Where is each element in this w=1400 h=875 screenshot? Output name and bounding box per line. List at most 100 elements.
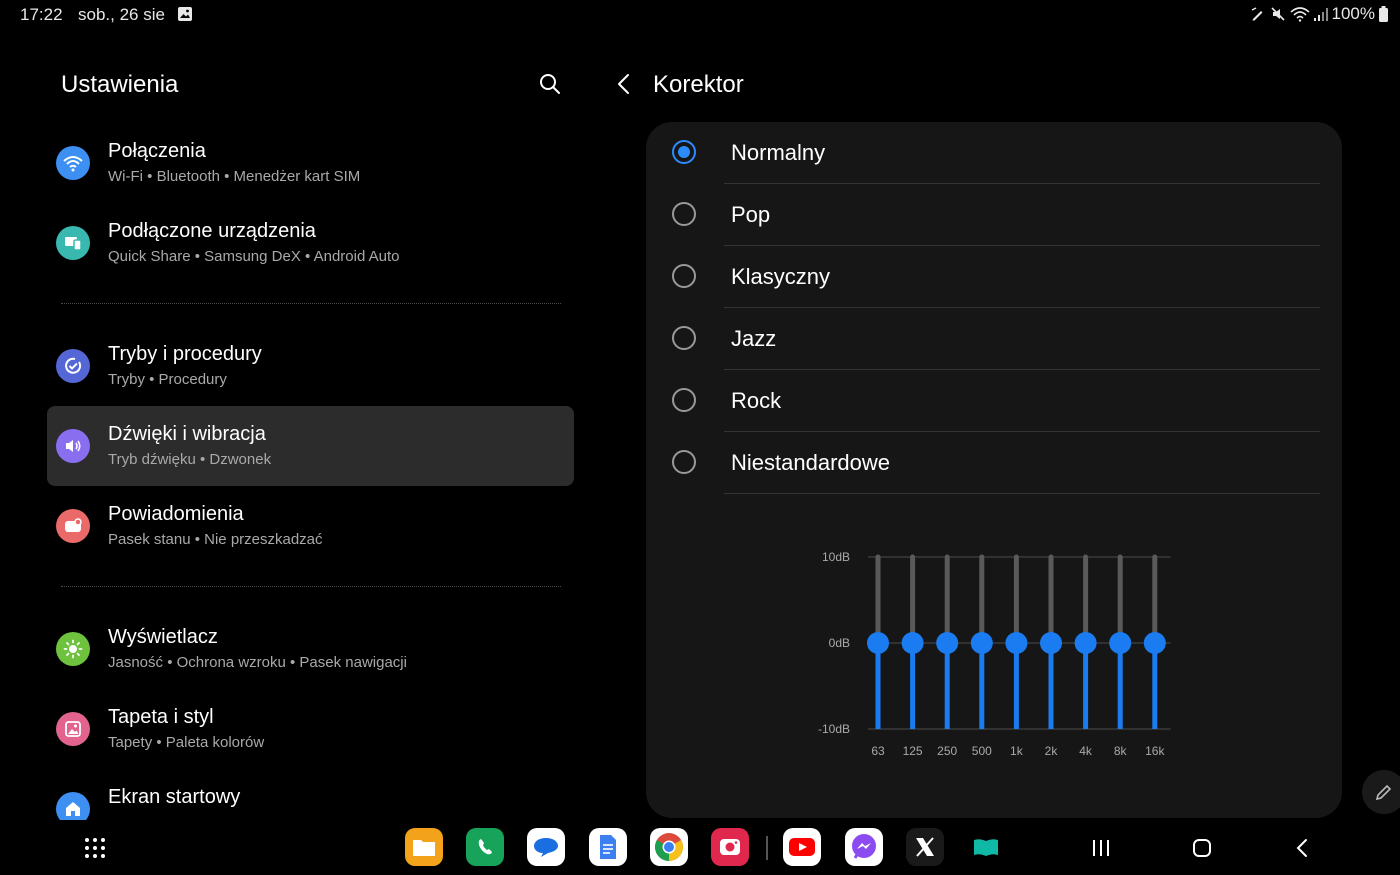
menu-item-title: Powiadomienia — [108, 503, 244, 525]
eq-band-label: 250 — [937, 744, 957, 758]
radio-button[interactable] — [672, 202, 696, 226]
battery-percent: 100% — [1331, 4, 1375, 23]
docs-app-icon[interactable] — [589, 828, 627, 866]
eq-band-slider[interactable]: 16k — [1143, 554, 1166, 758]
messenger-app-icon[interactable] — [845, 828, 883, 866]
preset-custom[interactable]: Niestandardowe — [646, 432, 1342, 494]
left-list-clip: Ekran startowy — [0, 780, 600, 820]
menu-item-title: Wyświetlacz — [108, 626, 218, 648]
mute-icon — [1270, 7, 1285, 21]
phone-app-icon[interactable] — [466, 828, 504, 866]
settings-title: Ustawienia — [61, 71, 179, 98]
menu-item-connections[interactable]: Połączenia Wi-Fi • Bluetooth • Menedżer … — [47, 123, 574, 203]
recents-button[interactable] — [1088, 835, 1114, 861]
wifi-icon — [56, 146, 90, 180]
taskbar — [0, 820, 1400, 875]
app-drawer-icon[interactable] — [84, 837, 106, 859]
messages-app-icon[interactable] — [527, 828, 565, 866]
radio-button[interactable] — [672, 450, 696, 474]
status-right: 100% — [1250, 4, 1388, 24]
menu-item-subtitle: Jasność • Ochrona wzroku • Pasek nawigac… — [108, 654, 407, 671]
status-date: sob., 26 sie — [78, 5, 165, 24]
brightness-icon — [56, 632, 90, 666]
chrome-app-icon[interactable] — [650, 828, 688, 866]
equalizer-chart[interactable]: 10dB 0dB -10dB 63 125 250 500 1k 2k 4k 8k 16k — [796, 537, 1196, 767]
book-app-icon[interactable] — [967, 828, 1005, 866]
preset-label: Jazz — [731, 326, 777, 351]
eq-knob[interactable] — [1109, 632, 1132, 654]
preset-normal[interactable]: Normalny — [646, 122, 1342, 184]
menu-item-title: Dźwięki i wibracja — [108, 423, 266, 445]
x-app-icon[interactable] — [906, 828, 944, 866]
menu-item-home-screen[interactable]: Ekran startowy — [47, 780, 574, 820]
battery-icon — [1379, 6, 1388, 22]
menu-item-sounds-vibration[interactable]: Dźwięki i wibracja Tryb dźwięku • Dzwone… — [47, 406, 574, 486]
menu-item-notifications[interactable]: Powiadomienia Pasek stanu • Nie przeszka… — [47, 486, 574, 566]
eq-knob[interactable] — [867, 632, 889, 654]
back-button[interactable] — [1290, 835, 1316, 861]
menu-item-title: Podłączone urządzenia — [108, 220, 316, 242]
radio-button[interactable] — [672, 140, 696, 164]
eq-knob[interactable] — [1143, 632, 1166, 654]
eq-band-slider[interactable]: 8k — [1109, 554, 1132, 758]
menu-item-title: Tryby i procedury — [108, 343, 262, 365]
eq-band-slider[interactable]: 250 — [936, 554, 959, 758]
equalizer-card: Normalny Pop Klasyczny Jazz Rock Niestan… — [646, 122, 1342, 818]
preset-label: Pop — [731, 202, 771, 227]
menu-item-connected-devices[interactable]: Podłączone urządzenia Quick Share • Sams… — [47, 203, 574, 283]
preset-rock[interactable]: Rock — [646, 370, 1342, 432]
menu-item-title: Tapeta i styl — [108, 706, 214, 728]
eq-knob[interactable] — [1005, 632, 1028, 654]
files-app-icon[interactable] — [405, 828, 443, 866]
gallery-notification-icon — [178, 7, 192, 21]
eq-band-slider[interactable]: 4k — [1074, 554, 1097, 758]
youtube-app-icon[interactable] — [783, 828, 821, 866]
preset-label: Normalny — [731, 140, 826, 165]
preset-label: Klasyczny — [731, 264, 831, 289]
pencil-icon — [1375, 784, 1392, 801]
eq-knob[interactable] — [970, 632, 993, 654]
radio-button[interactable] — [672, 264, 696, 288]
eq-band-slider[interactable]: 1k — [1005, 554, 1028, 758]
eq-tick-label: 0dB — [829, 636, 850, 650]
menu-item-subtitle: Tryb dźwięku • Dzwonek — [108, 451, 272, 468]
eq-band-label: 8k — [1114, 744, 1128, 758]
eq-band-slider[interactable]: 63 — [867, 554, 889, 758]
eq-tick-label: 10dB — [822, 550, 850, 564]
edit-button[interactable] — [1362, 770, 1400, 814]
eq-knob[interactable] — [1040, 632, 1062, 654]
status-time: 17:22 — [20, 5, 63, 24]
search-icon[interactable] — [538, 72, 562, 96]
radio-button[interactable] — [672, 388, 696, 412]
section-divider — [61, 303, 561, 304]
eq-knob[interactable] — [936, 632, 959, 654]
menu-item-modes-routines[interactable]: Tryby i procedury Tryby • Procedury — [47, 326, 574, 406]
preset-label: Niestandardowe — [731, 450, 890, 475]
screen-recorder-app-icon[interactable] — [711, 828, 749, 866]
back-arrow-icon[interactable] — [612, 72, 636, 96]
radio-button[interactable] — [672, 326, 696, 350]
eq-knob[interactable] — [901, 632, 924, 654]
menu-item-subtitle: Pasek stanu • Nie przeszkadzać — [108, 531, 323, 548]
eq-band-label: 2k — [1045, 744, 1059, 758]
eq-band-label: 4k — [1079, 744, 1093, 758]
menu-item-title: Połączenia — [108, 140, 206, 162]
devices-icon — [56, 226, 90, 260]
menu-item-wallpaper-style[interactable]: Tapeta i styl Tapety • Paleta kolorów — [47, 689, 574, 769]
wallpaper-icon — [56, 712, 90, 746]
preset-jazz[interactable]: Jazz — [646, 308, 1342, 370]
menu-item-subtitle: Tryby • Procedury — [108, 371, 227, 388]
signal-icon — [1313, 8, 1328, 21]
preset-pop[interactable]: Pop — [646, 184, 1342, 246]
home-button[interactable] — [1189, 835, 1215, 861]
preset-classical[interactable]: Klasyczny — [646, 246, 1342, 308]
eq-band-label: 1k — [1010, 744, 1024, 758]
menu-item-subtitle: Tapety • Paleta kolorów — [108, 734, 265, 751]
menu-item-display[interactable]: Wyświetlacz Jasność • Ochrona wzroku • P… — [47, 609, 574, 689]
menu-item-subtitle: Wi-Fi • Bluetooth • Menedżer kart SIM — [108, 168, 361, 185]
eq-knob[interactable] — [1074, 632, 1097, 654]
eq-band-slider[interactable]: 125 — [901, 554, 924, 758]
taskbar-separator — [766, 836, 768, 860]
eq-band-slider[interactable]: 2k — [1040, 554, 1062, 758]
eq-band-slider[interactable]: 500 — [970, 554, 993, 758]
